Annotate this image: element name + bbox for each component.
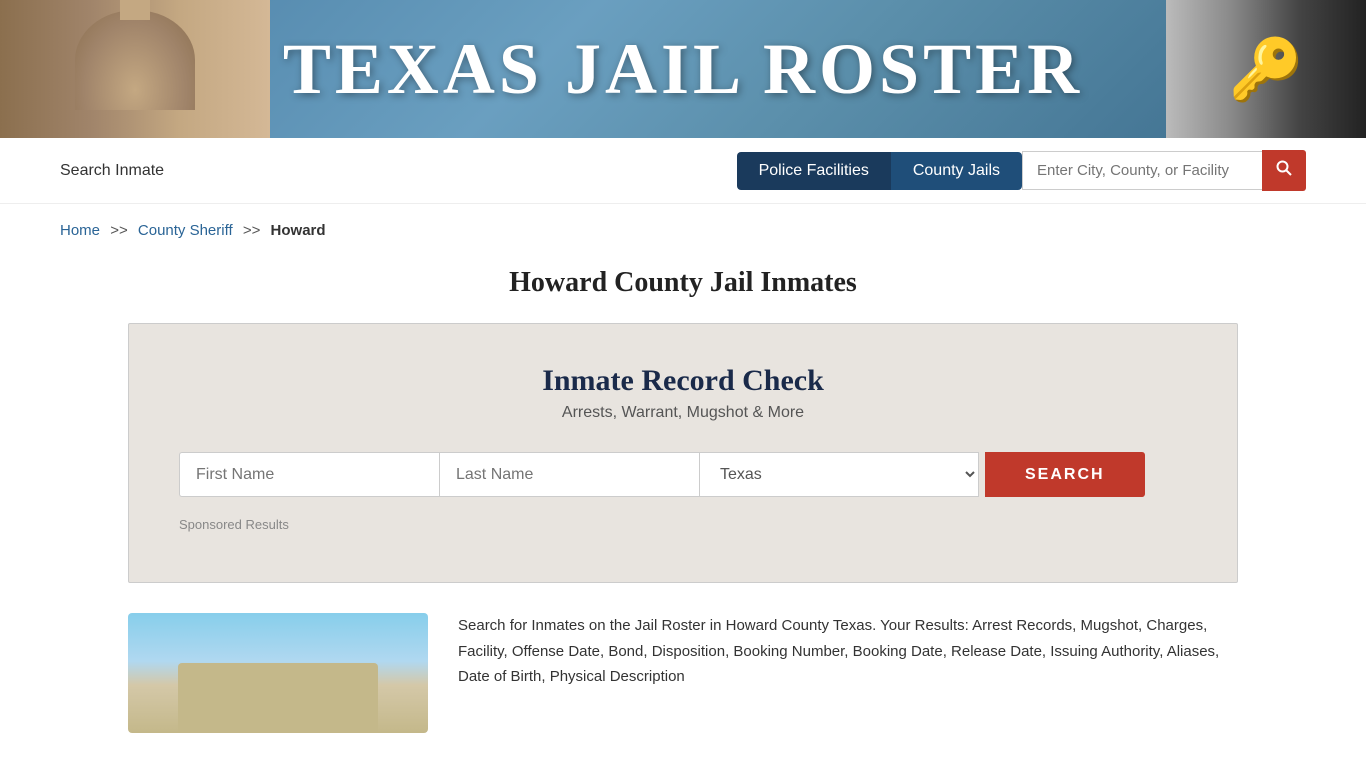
- site-title: Texas Jail Roster: [283, 28, 1083, 111]
- breadcrumb-separator-1: >>: [110, 222, 128, 239]
- search-inmate-label: Search Inmate: [60, 162, 164, 180]
- breadcrumb-current: Howard: [271, 222, 326, 239]
- keys-icon: 🔑: [1229, 34, 1304, 105]
- search-icon: [1276, 160, 1292, 176]
- header-banner: Texas Jail Roster 🔑: [0, 0, 1366, 138]
- breadcrumb: Home >> County Sheriff >> Howard: [0, 204, 1366, 257]
- bottom-description: Search for Inmates on the Jail Roster in…: [458, 613, 1238, 733]
- bottom-section: Search for Inmates on the Jail Roster in…: [128, 613, 1238, 773]
- search-button[interactable]: SEARCH: [985, 452, 1145, 497]
- record-check-box: Inmate Record Check Arrests, Warrant, Mu…: [128, 323, 1238, 583]
- page-title: Howard County Jail Inmates: [0, 267, 1366, 299]
- first-name-input[interactable]: [179, 452, 439, 497]
- keys-image: 🔑: [1166, 0, 1366, 138]
- breadcrumb-separator-2: >>: [243, 222, 261, 239]
- record-check-title: Inmate Record Check: [179, 364, 1187, 398]
- county-jails-button[interactable]: County Jails: [891, 152, 1022, 190]
- capitol-image: [0, 0, 270, 138]
- record-check-subtitle: Arrests, Warrant, Mugshot & More: [179, 404, 1187, 422]
- navbar: Search Inmate Police Facilities County J…: [0, 138, 1366, 204]
- state-select[interactable]: AlabamaAlaskaArizonaArkansasCaliforniaCo…: [699, 452, 979, 497]
- inmate-search-form: AlabamaAlaskaArizonaArkansasCaliforniaCo…: [179, 452, 1187, 497]
- breadcrumb-home[interactable]: Home: [60, 222, 100, 239]
- breadcrumb-county-sheriff[interactable]: County Sheriff: [138, 222, 233, 239]
- nav-controls: Police Facilities County Jails: [737, 150, 1306, 191]
- capitol-dome: [75, 10, 195, 110]
- facility-search-button[interactable]: [1262, 150, 1306, 191]
- sponsored-label: Sponsored Results: [179, 517, 1187, 532]
- building-image: [128, 613, 428, 733]
- last-name-input[interactable]: [439, 452, 699, 497]
- facility-search-input[interactable]: [1022, 151, 1262, 190]
- police-facilities-button[interactable]: Police Facilities: [737, 152, 891, 190]
